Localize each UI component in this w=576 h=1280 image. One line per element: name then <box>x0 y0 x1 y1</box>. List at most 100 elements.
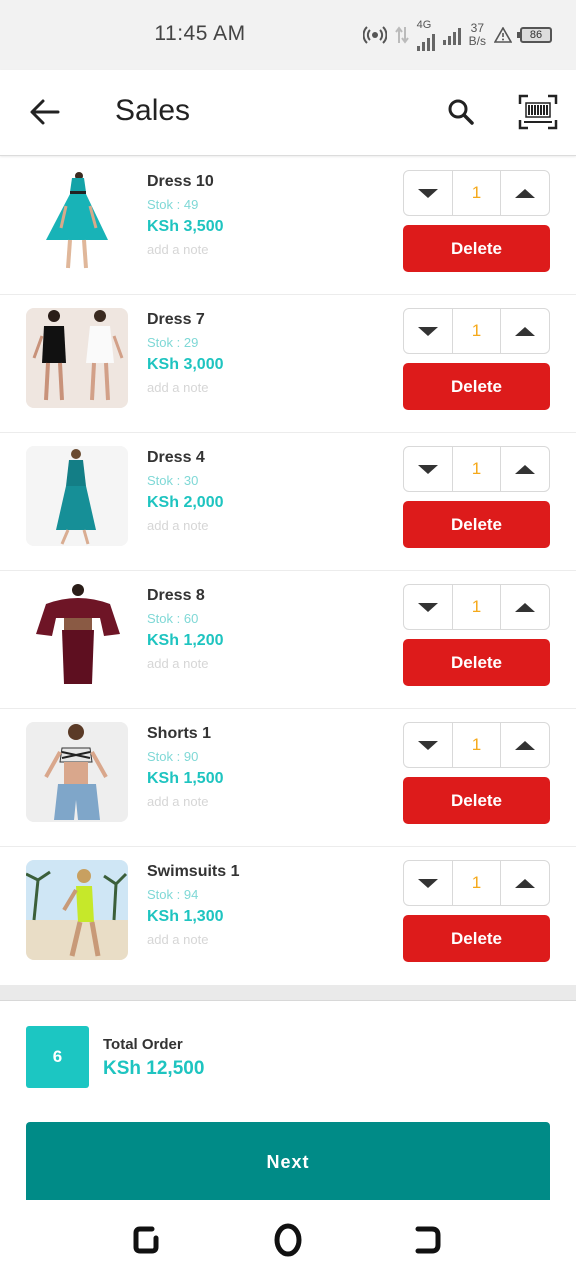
cart-list: Dress 10 Stok : 49 KSh 3,500 add a note … <box>0 157 576 985</box>
add-note-link[interactable]: add a note <box>147 242 208 257</box>
quantity-value: 1 <box>452 723 501 767</box>
decrease-button[interactable] <box>404 309 452 353</box>
add-note-link[interactable]: add a note <box>147 794 208 809</box>
chevron-down-icon <box>418 188 438 198</box>
quantity-value: 1 <box>452 171 501 215</box>
decrease-button[interactable] <box>404 171 452 215</box>
decrease-button[interactable] <box>404 585 452 629</box>
barcode-scan-icon[interactable] <box>518 94 558 130</box>
delete-button[interactable]: Delete <box>403 639 550 686</box>
quantity-stepper: 1 <box>403 860 550 906</box>
add-note-link[interactable]: add a note <box>147 380 208 395</box>
chevron-up-icon <box>515 740 535 750</box>
chevron-down-icon <box>418 602 438 612</box>
increase-button[interactable] <box>501 309 549 353</box>
alert-icon <box>494 27 512 43</box>
quantity-value: 1 <box>452 447 501 491</box>
product-image <box>26 860 128 960</box>
chevron-down-icon <box>418 740 438 750</box>
quantity-stepper: 1 <box>403 308 550 354</box>
network-type: 4G <box>416 18 432 31</box>
delete-button[interactable]: Delete <box>403 915 550 962</box>
list-item: Dress 4 Stok : 30 KSh 2,000 add a note 1… <box>0 433 576 571</box>
add-note-link[interactable]: add a note <box>147 656 208 671</box>
add-note-link[interactable]: add a note <box>147 932 208 947</box>
product-image <box>26 446 128 546</box>
product-price: KSh 3,000 <box>147 356 224 373</box>
signal-strength-icon <box>416 31 435 51</box>
chevron-up-icon <box>515 602 535 612</box>
product-name: Dress 7 <box>147 311 205 328</box>
back-nav-icon[interactable] <box>410 1222 446 1258</box>
product-price: KSh 1,500 <box>147 770 224 787</box>
quantity-stepper: 1 <box>403 446 550 492</box>
add-note-link[interactable]: add a note <box>147 518 208 533</box>
product-name: Swimsuits 1 <box>147 863 240 880</box>
chevron-up-icon <box>515 464 535 474</box>
network-speed: 37 B/s <box>468 21 486 48</box>
total-order-value: KSh 12,500 <box>103 1058 205 1079</box>
back-arrow-icon[interactable] <box>28 95 62 129</box>
recent-apps-icon[interactable] <box>130 1222 166 1258</box>
quantity-value: 1 <box>452 861 501 905</box>
status-icons: 4G 37 B/s 86 <box>362 18 552 52</box>
increase-button[interactable] <box>501 861 549 905</box>
product-name: Shorts 1 <box>147 725 212 742</box>
product-image <box>26 170 128 270</box>
product-price: KSh 1,300 <box>147 908 224 925</box>
list-item: Dress 10 Stok : 49 KSh 3,500 add a note … <box>0 157 576 295</box>
list-item: Dress 8 Stok : 60 KSh 1,200 add a note 1… <box>0 571 576 709</box>
quantity-value: 1 <box>452 309 501 353</box>
chevron-down-icon <box>418 464 438 474</box>
product-stock: Stok : 30 <box>147 473 199 488</box>
home-icon[interactable] <box>270 1222 306 1258</box>
search-icon[interactable] <box>446 97 476 127</box>
increase-button[interactable] <box>501 447 549 491</box>
data-transfer-icon <box>394 26 409 44</box>
decrease-button[interactable] <box>404 723 452 767</box>
list-item: Dress 7 Stok : 29 KSh 3,000 add a note 1… <box>0 295 576 433</box>
delete-button[interactable]: Delete <box>403 501 550 548</box>
product-stock: Stok : 90 <box>147 749 199 764</box>
delete-button[interactable]: Delete <box>403 225 550 272</box>
product-price: KSh 3,500 <box>147 218 224 235</box>
chevron-up-icon <box>515 188 535 198</box>
product-price: KSh 1,200 <box>147 632 224 649</box>
list-item: Swimsuits 1 Stok : 94 KSh 1,300 add a no… <box>0 847 576 985</box>
chevron-up-icon <box>515 326 535 336</box>
product-stock: Stok : 94 <box>147 887 199 902</box>
chevron-up-icon <box>515 878 535 888</box>
decrease-button[interactable] <box>404 861 452 905</box>
decrease-button[interactable] <box>404 447 452 491</box>
quantity-stepper: 1 <box>403 170 550 216</box>
section-divider <box>0 985 576 1001</box>
list-item: Shorts 1 Stok : 90 KSh 1,500 add a note … <box>0 709 576 847</box>
increase-button[interactable] <box>501 585 549 629</box>
product-name: Dress 8 <box>147 587 205 604</box>
hotspot-icon <box>362 26 387 44</box>
increase-button[interactable] <box>501 723 549 767</box>
increase-button[interactable] <box>501 171 549 215</box>
product-name: Dress 10 <box>147 173 214 190</box>
quantity-stepper: 1 <box>403 584 550 630</box>
product-image <box>26 722 128 822</box>
product-stock: Stok : 29 <box>147 335 199 350</box>
product-name: Dress 4 <box>147 449 205 466</box>
item-count-badge: 6 <box>26 1026 89 1088</box>
signal-strength-icon-2 <box>442 25 461 45</box>
quantity-stepper: 1 <box>403 722 550 768</box>
app-bar: Sales <box>0 70 576 156</box>
next-button[interactable]: Next <box>26 1122 550 1200</box>
system-nav-bar <box>0 1200 576 1280</box>
product-price: KSh 2,000 <box>147 494 224 511</box>
chevron-down-icon <box>418 878 438 888</box>
quantity-value: 1 <box>452 585 501 629</box>
product-stock: Stok : 49 <box>147 197 199 212</box>
status-bar: 11:45 AM 4G 37 B/s 86 <box>0 0 576 70</box>
product-stock: Stok : 60 <box>147 611 199 626</box>
chevron-down-icon <box>418 326 438 336</box>
delete-button[interactable]: Delete <box>403 777 550 824</box>
delete-button[interactable]: Delete <box>403 363 550 410</box>
battery-icon: 86 <box>517 27 552 43</box>
product-image <box>26 308 128 408</box>
